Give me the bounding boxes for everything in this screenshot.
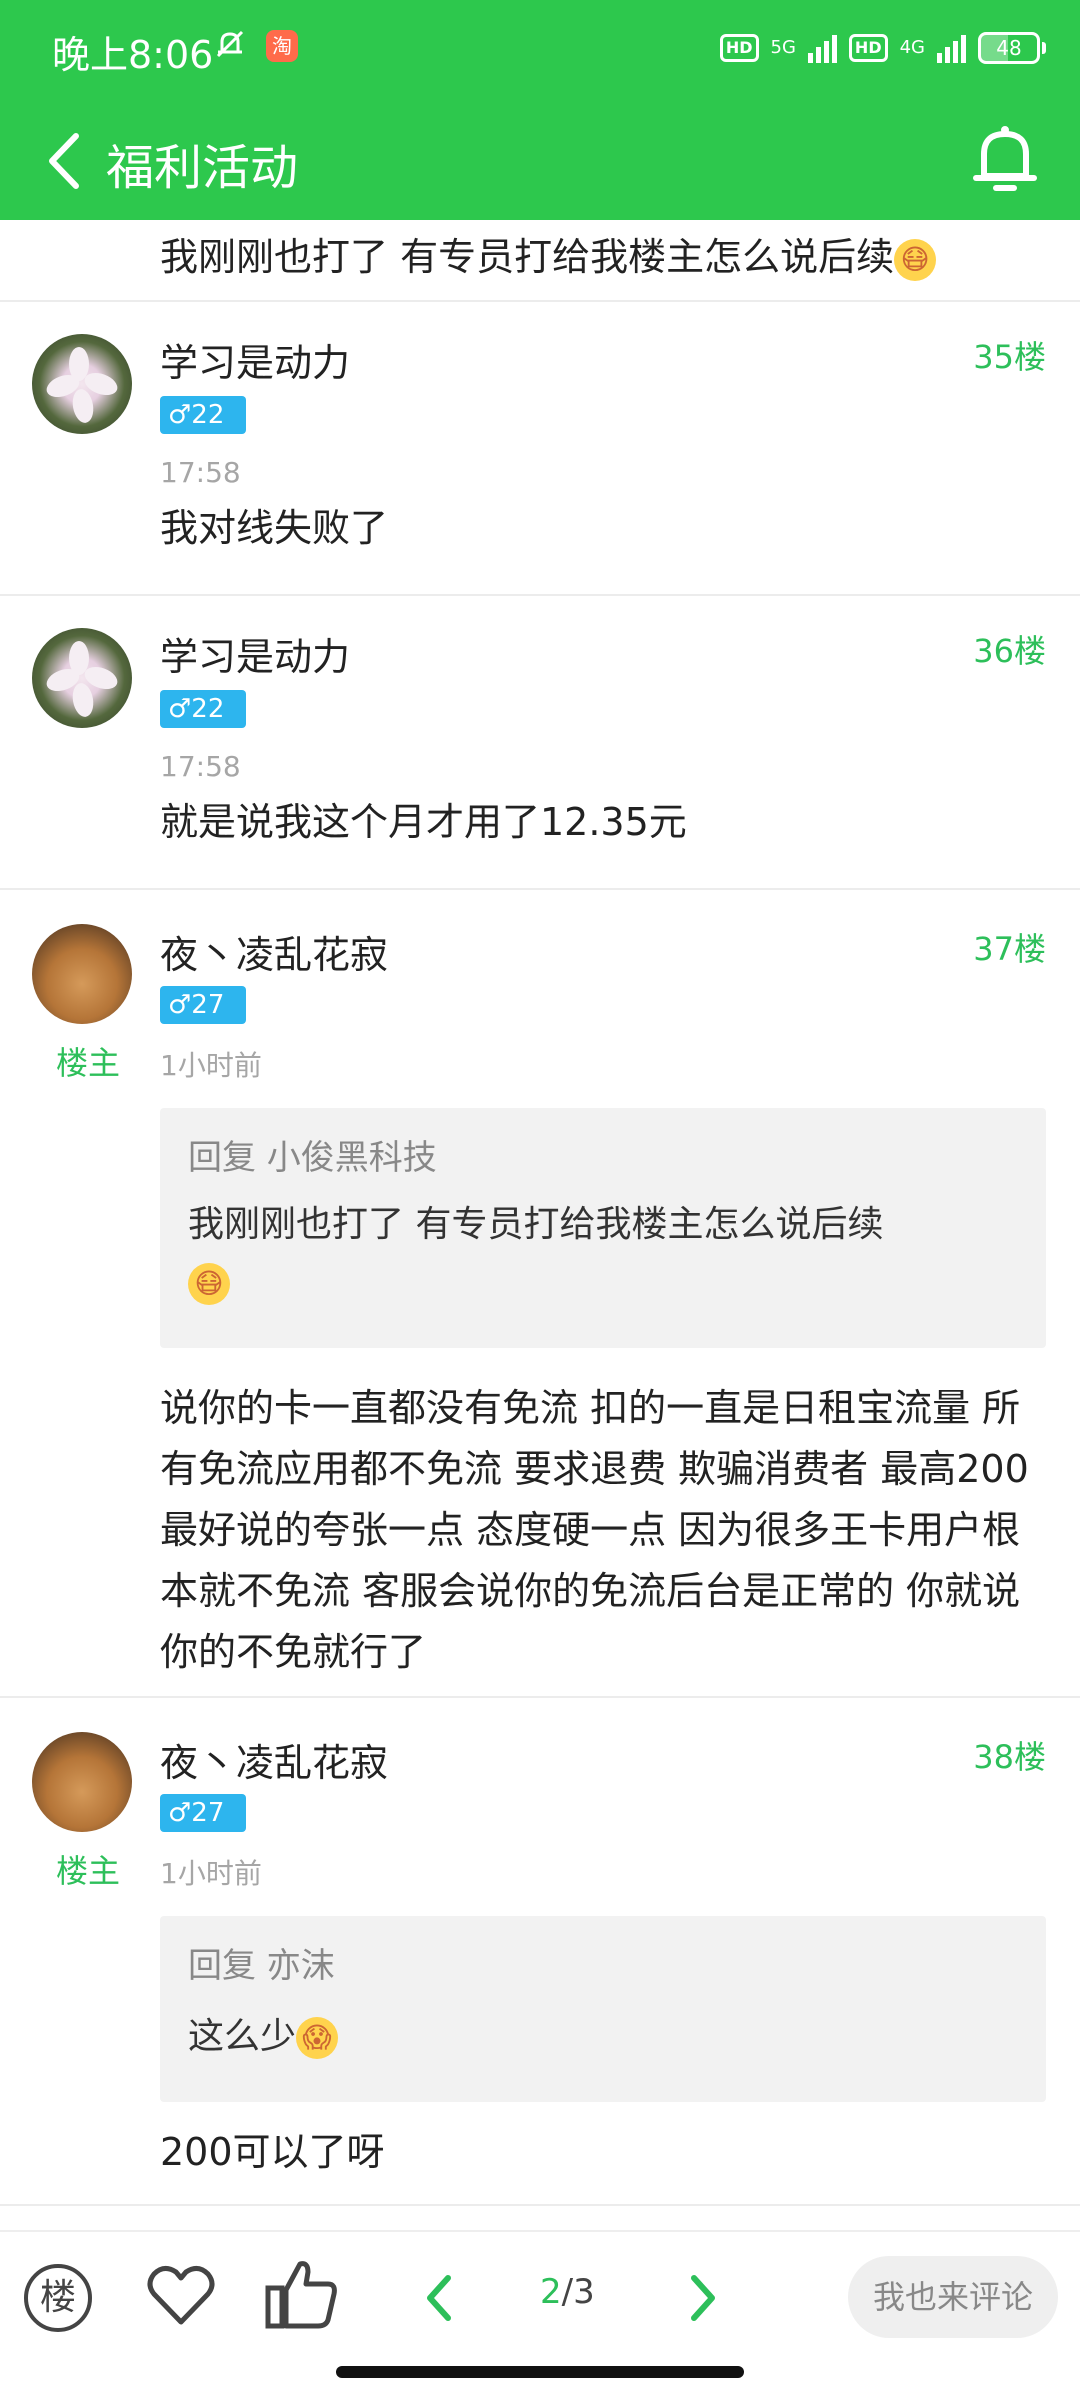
comment-item: 学习是动力 36楼 ♂22 17:58 就是说我这个月才用了12.35元	[0, 596, 1080, 890]
comment-list[interactable]: 我刚刚也打了 有专员打给我楼主怎么说后续 😷 学习是动力 35楼 ♂22 17:5…	[0, 220, 1080, 2240]
avatar[interactable]	[32, 1732, 132, 1832]
quote-header: 回复 亦沫	[188, 1946, 335, 1986]
op-label: 楼主	[56, 1852, 121, 1890]
emoji-icon: 😷	[894, 238, 937, 281]
comment-text: 200可以了呀	[160, 2130, 385, 2174]
avatar[interactable]	[32, 628, 132, 728]
battery-icon: 48	[978, 32, 1046, 64]
like-thumbs-up-icon[interactable]	[262, 2254, 342, 2334]
quote-text: 我刚刚也打了 有专员打给我楼主怎么说后续 😷	[188, 1196, 1008, 1312]
back-button[interactable]	[36, 126, 96, 196]
comment-item: 学习是动力 35楼 ♂22 17:58 我对线失败了	[0, 302, 1080, 596]
hd-icon-2: HD	[848, 34, 888, 62]
emoji-icon: 😷	[188, 1263, 230, 1305]
status-indicators: HD 5G HD 4G 48	[719, 24, 1046, 72]
quote-header: 回复 小俊黑科技	[188, 1138, 437, 1178]
floor-number: 37楼	[973, 930, 1046, 968]
comment-text: 说你的卡一直都没有免流 扣的一直是日租宝流量 所有免流应用都不免流 要求退费 欺…	[160, 1386, 1029, 1674]
comment-time: 17:58	[160, 456, 241, 489]
comment-text: 我刚刚也打了 有专员打给我楼主怎么说后续 😷	[160, 226, 937, 281]
page-title: 福利活动	[106, 140, 299, 196]
mute-bell-icon	[212, 26, 248, 71]
gender-age-badge: ♂22	[160, 396, 246, 434]
home-indicator[interactable]	[336, 2366, 744, 2378]
username[interactable]: 夜丶凌乱花寂	[160, 1732, 388, 1787]
title-bar: 福利活动	[0, 110, 1080, 210]
username[interactable]: 夜丶凌乱花寂	[160, 924, 388, 979]
comment-time: 17:58	[160, 750, 241, 783]
comment-text: 我对线失败了	[160, 506, 389, 550]
floor-number: 38楼	[973, 1738, 1046, 1776]
status-bar: 晚上8:06 淘 HD 5G HD 4G 48	[0, 0, 1080, 96]
previous-page-icon[interactable]	[418, 2268, 462, 2328]
emoji-icon: 😱	[296, 2017, 339, 2059]
comment-text: 就是说我这个月才用了12.35元	[160, 800, 687, 844]
gender-age-badge: ♂27	[160, 986, 246, 1024]
comment-item: 楼主 夜丶凌乱花寂 38楼 ♂27 1小时前 回复 亦沫 这么少 😱 200可以了…	[0, 1698, 1080, 2206]
quoted-reply[interactable]: 回复 小俊黑科技 我刚刚也打了 有专员打给我楼主怎么说后续 😷	[160, 1108, 1046, 1348]
comment-time: 1小时前	[160, 1049, 262, 1082]
taobao-notification-icon: 淘	[266, 30, 298, 62]
hd-icon: HD	[719, 34, 759, 62]
favorite-heart-icon[interactable]	[144, 2258, 218, 2332]
bottom-action-bar: 楼 2/3 我也来评论	[0, 2230, 1080, 2362]
status-time: 晚上8:06	[52, 33, 214, 77]
username[interactable]: 学习是动力	[160, 626, 350, 681]
avatar[interactable]	[32, 924, 132, 1024]
next-page-icon[interactable]	[680, 2268, 724, 2328]
comment-input-button[interactable]: 我也来评论	[848, 2256, 1058, 2338]
floor-number: 36楼	[973, 632, 1046, 670]
quote-text: 这么少 😱	[188, 2008, 1008, 2066]
jump-to-floor-button[interactable]: 楼	[24, 2264, 92, 2332]
gender-age-badge: ♂27	[160, 1794, 246, 1832]
network-5g-label: 5G	[770, 37, 796, 58]
signal-icon-2	[937, 33, 966, 63]
comment-item: 楼主 夜丶凌乱花寂 37楼 ♂27 1小时前 回复 小俊黑科技 我刚刚也打了 有…	[0, 890, 1080, 1698]
page-indicator: 2/3	[540, 2272, 595, 2312]
partial-comment: 我刚刚也打了 有专员打给我楼主怎么说后续 😷	[0, 220, 1080, 302]
app-header: 晚上8:06 淘 HD 5G HD 4G 48 福利活动	[0, 0, 1080, 220]
floor-number: 35楼	[973, 338, 1046, 376]
notification-bell-icon[interactable]	[966, 120, 1044, 200]
avatar[interactable]	[32, 334, 132, 434]
network-4g-label: 4G	[899, 37, 925, 58]
signal-icon	[807, 33, 837, 63]
op-label: 楼主	[56, 1044, 121, 1082]
comment-time: 1小时前	[160, 1857, 262, 1890]
quoted-reply[interactable]: 回复 亦沫 这么少 😱	[160, 1916, 1046, 2102]
username[interactable]: 学习是动力	[160, 332, 350, 387]
gender-age-badge: ♂22	[160, 690, 246, 728]
